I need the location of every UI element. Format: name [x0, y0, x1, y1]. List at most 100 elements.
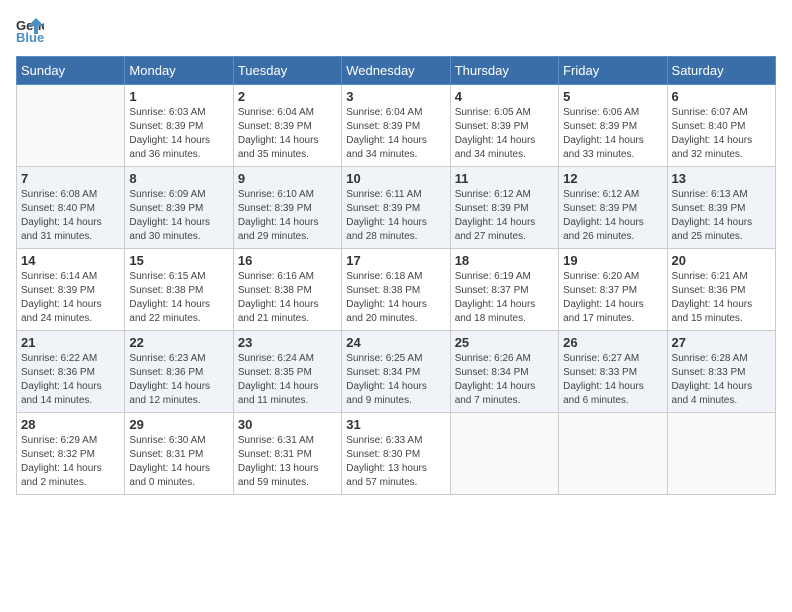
day-cell: 15 Sunrise: 6:15 AM Sunset: 8:38 PM Dayli… [125, 249, 233, 331]
day-cell [17, 85, 125, 167]
day-header-saturday: Saturday [667, 57, 775, 85]
day-info: Sunrise: 6:26 AM Sunset: 8:34 PM Dayligh… [455, 352, 554, 408]
day-info: Sunrise: 6:09 AM Sunset: 8:39 PM Dayligh… [129, 188, 228, 244]
day-header-friday: Friday [559, 57, 667, 85]
day-info: Sunrise: 6:12 AM Sunset: 8:39 PM Dayligh… [455, 188, 554, 244]
day-info: Sunrise: 6:28 AM Sunset: 8:33 PM Dayligh… [672, 352, 771, 408]
logo-icon: General Blue [16, 16, 44, 44]
day-cell: 2 Sunrise: 6:04 AM Sunset: 8:39 PM Daylig… [233, 85, 341, 167]
week-row-5: 28 Sunrise: 6:29 AM Sunset: 8:32 PM Dayli… [17, 413, 776, 495]
day-cell: 14Sunrise: 6:14 AM Sunset: 8:39 PM Dayli… [17, 249, 125, 331]
day-cell: 31Sunrise: 6:33 AM Sunset: 8:30 PM Dayli… [342, 413, 450, 495]
day-cell: 13 Sunrise: 6:13 AM Sunset: 8:39 PM Dayli… [667, 167, 775, 249]
day-header-thursday: Thursday [450, 57, 558, 85]
day-cell: 22Sunrise: 6:23 AM Sunset: 8:36 PM Dayli… [125, 331, 233, 413]
day-info: Sunrise: 6:29 AM Sunset: 8:32 PM Dayligh… [21, 434, 120, 490]
day-cell: 4 Sunrise: 6:05 AM Sunset: 8:39 PM Daylig… [450, 85, 558, 167]
day-number: 3 [346, 89, 445, 104]
day-cell: 17Sunrise: 6:18 AM Sunset: 8:38 PM Dayli… [342, 249, 450, 331]
day-info: Sunrise: 6:16 AM Sunset: 8:38 PM Dayligh… [238, 270, 337, 326]
day-cell: 1Sunrise: 6:03 AM Sunset: 8:39 PM Daylig… [125, 85, 233, 167]
day-info: Sunrise: 6:20 AM Sunset: 8:37 PM Dayligh… [563, 270, 662, 326]
day-info: Sunrise: 6:21 AM Sunset: 8:36 PM Dayligh… [672, 270, 771, 326]
day-info: Sunrise: 6:19 AM Sunset: 8:37 PM Dayligh… [455, 270, 554, 326]
day-info: Sunrise: 6:05 AM Sunset: 8:39 PM Dayligh… [455, 106, 554, 162]
day-info: Sunrise: 6:04 AM Sunset: 8:39 PM Dayligh… [238, 106, 337, 162]
day-cell: 5 Sunrise: 6:06 AM Sunset: 8:39 PM Daylig… [559, 85, 667, 167]
day-number: 7 [21, 171, 120, 186]
day-number: 23 [238, 335, 337, 350]
day-info: Sunrise: 6:18 AM Sunset: 8:38 PM Dayligh… [346, 270, 445, 326]
day-header-monday: Monday [125, 57, 233, 85]
day-info: Sunrise: 6:33 AM Sunset: 8:30 PM Dayligh… [346, 434, 445, 490]
day-number: 10 [346, 171, 445, 186]
logo: General Blue [16, 16, 48, 44]
day-cell [450, 413, 558, 495]
day-number: 1 [129, 89, 228, 104]
day-cell: 7 Sunrise: 6:08 AM Sunset: 8:40 PM Daylig… [17, 167, 125, 249]
day-cell: 28 Sunrise: 6:29 AM Sunset: 8:32 PM Dayli… [17, 413, 125, 495]
day-header-wednesday: Wednesday [342, 57, 450, 85]
day-number: 2 [238, 89, 337, 104]
day-cell: 29 Sunrise: 6:30 AM Sunset: 8:31 PM Dayli… [125, 413, 233, 495]
day-number: 8 [129, 171, 228, 186]
day-cell: 19 Sunrise: 6:20 AM Sunset: 8:37 PM Dayli… [559, 249, 667, 331]
day-info: Sunrise: 6:10 AM Sunset: 8:39 PM Dayligh… [238, 188, 337, 244]
day-cell [559, 413, 667, 495]
day-cell: 12Sunrise: 6:12 AM Sunset: 8:39 PM Dayli… [559, 167, 667, 249]
day-info: Sunrise: 6:08 AM Sunset: 8:40 PM Dayligh… [21, 188, 120, 244]
day-cell: 25 Sunrise: 6:26 AM Sunset: 8:34 PM Dayli… [450, 331, 558, 413]
day-cell [667, 413, 775, 495]
day-info: Sunrise: 6:30 AM Sunset: 8:31 PM Dayligh… [129, 434, 228, 490]
day-cell: 20 Sunrise: 6:21 AM Sunset: 8:36 PM Dayli… [667, 249, 775, 331]
day-cell: 27 Sunrise: 6:28 AM Sunset: 8:33 PM Dayli… [667, 331, 775, 413]
day-cell: 24 Sunrise: 6:25 AM Sunset: 8:34 PM Dayli… [342, 331, 450, 413]
day-number: 22 [129, 335, 228, 350]
day-number: 29 [129, 417, 228, 432]
day-number: 21 [21, 335, 120, 350]
day-info: Sunrise: 6:06 AM Sunset: 8:39 PM Dayligh… [563, 106, 662, 162]
week-row-2: 7 Sunrise: 6:08 AM Sunset: 8:40 PM Daylig… [17, 167, 776, 249]
day-cell: 11 Sunrise: 6:12 AM Sunset: 8:39 PM Dayli… [450, 167, 558, 249]
day-number: 25 [455, 335, 554, 350]
day-number: 20 [672, 253, 771, 268]
day-number: 4 [455, 89, 554, 104]
day-header-sunday: Sunday [17, 57, 125, 85]
day-number: 27 [672, 335, 771, 350]
svg-text:Blue: Blue [16, 30, 44, 44]
day-number: 13 [672, 171, 771, 186]
day-cell: 26Sunrise: 6:27 AM Sunset: 8:33 PM Dayli… [559, 331, 667, 413]
day-number: 18 [455, 253, 554, 268]
day-cell: 8 Sunrise: 6:09 AM Sunset: 8:39 PM Daylig… [125, 167, 233, 249]
day-cell: 23 Sunrise: 6:24 AM Sunset: 8:35 PM Dayli… [233, 331, 341, 413]
day-info: Sunrise: 6:15 AM Sunset: 8:38 PM Dayligh… [129, 270, 228, 326]
day-number: 19 [563, 253, 662, 268]
day-cell: 6Sunrise: 6:07 AM Sunset: 8:40 PM Daylig… [667, 85, 775, 167]
day-info: Sunrise: 6:27 AM Sunset: 8:33 PM Dayligh… [563, 352, 662, 408]
day-info: Sunrise: 6:07 AM Sunset: 8:40 PM Dayligh… [672, 106, 771, 162]
day-info: Sunrise: 6:11 AM Sunset: 8:39 PM Dayligh… [346, 188, 445, 244]
day-info: Sunrise: 6:25 AM Sunset: 8:34 PM Dayligh… [346, 352, 445, 408]
day-cell: 16 Sunrise: 6:16 AM Sunset: 8:38 PM Dayli… [233, 249, 341, 331]
day-cell: 30 Sunrise: 6:31 AM Sunset: 8:31 PM Dayli… [233, 413, 341, 495]
day-number: 30 [238, 417, 337, 432]
day-number: 28 [21, 417, 120, 432]
day-cell: 21 Sunrise: 6:22 AM Sunset: 8:36 PM Dayli… [17, 331, 125, 413]
day-info: Sunrise: 6:12 AM Sunset: 8:39 PM Dayligh… [563, 188, 662, 244]
day-number: 11 [455, 171, 554, 186]
day-cell: 3Sunrise: 6:04 AM Sunset: 8:39 PM Daylig… [342, 85, 450, 167]
week-row-4: 21 Sunrise: 6:22 AM Sunset: 8:36 PM Dayli… [17, 331, 776, 413]
day-number: 15 [129, 253, 228, 268]
header-row: SundayMondayTuesdayWednesdayThursdayFrid… [17, 57, 776, 85]
day-number: 5 [563, 89, 662, 104]
day-info: Sunrise: 6:14 AM Sunset: 8:39 PM Dayligh… [21, 270, 120, 326]
day-info: Sunrise: 6:31 AM Sunset: 8:31 PM Dayligh… [238, 434, 337, 490]
day-info: Sunrise: 6:22 AM Sunset: 8:36 PM Dayligh… [21, 352, 120, 408]
day-info: Sunrise: 6:24 AM Sunset: 8:35 PM Dayligh… [238, 352, 337, 408]
day-info: Sunrise: 6:13 AM Sunset: 8:39 PM Dayligh… [672, 188, 771, 244]
day-number: 16 [238, 253, 337, 268]
week-row-3: 14Sunrise: 6:14 AM Sunset: 8:39 PM Dayli… [17, 249, 776, 331]
day-number: 24 [346, 335, 445, 350]
day-cell: 10 Sunrise: 6:11 AM Sunset: 8:39 PM Dayli… [342, 167, 450, 249]
day-cell: 18 Sunrise: 6:19 AM Sunset: 8:37 PM Dayli… [450, 249, 558, 331]
